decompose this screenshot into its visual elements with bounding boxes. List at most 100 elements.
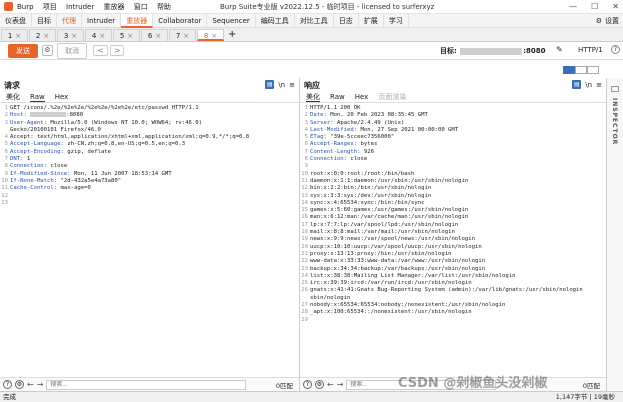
tab-dashboard[interactable]: 仪表盘 <box>0 13 32 28</box>
tab-decoder[interactable]: 编码工具 <box>256 13 295 28</box>
repeater-tab[interactable]: 2 × <box>29 29 56 41</box>
menu-icon[interactable]: ≡ <box>289 81 295 89</box>
menu-icon[interactable]: ≡ <box>596 81 602 89</box>
repeater-tab[interactable]: 3 × <box>57 29 84 41</box>
repeater-tab[interactable]: 5 × <box>113 29 140 41</box>
code-line: 6 Accept-Ranges: bytes <box>300 141 606 148</box>
line-number: 23 <box>301 265 308 272</box>
line-number: 16 <box>301 214 308 221</box>
tab-raw[interactable]: Raw <box>30 92 45 102</box>
gear-icon[interactable]: ⚙ <box>15 380 24 389</box>
prev-button[interactable]: < <box>93 45 108 56</box>
search-next-icon[interactable]: → <box>37 380 44 389</box>
inspector-label[interactable]: INSPECTOR <box>611 98 618 145</box>
gear-icon[interactable]: ⚙ <box>315 380 324 389</box>
menu-help[interactable]: 帮助 <box>157 3 171 11</box>
tab-pretty[interactable]: 美化 <box>6 92 20 102</box>
menu-project[interactable]: 项目 <box>43 3 57 11</box>
help-icon[interactable]: ? <box>303 380 312 389</box>
search-prev-icon[interactable]: ← <box>327 380 334 389</box>
layout-horizontal-icon[interactable] <box>575 66 587 74</box>
close-button[interactable]: ✕ <box>612 2 619 11</box>
next-button[interactable]: > <box>109 45 125 56</box>
menu-intruder[interactable]: Intruder <box>66 3 94 11</box>
repeater-tab-active[interactable]: 8 × <box>197 29 224 41</box>
newline-toggle[interactable]: \n <box>585 81 592 89</box>
repeater-tab[interactable]: 4 × <box>85 29 112 41</box>
repeater-tab[interactable]: 1 × <box>1 29 28 41</box>
code-line: 23 backup:x:34:34:backup:/var/backups:/us… <box>300 266 606 273</box>
tab-logger[interactable]: 日志 <box>334 13 359 28</box>
tab-repeater[interactable]: 重放器 <box>121 13 154 28</box>
tab-learn[interactable]: 学习 <box>384 13 409 28</box>
tab-comparer[interactable]: 对比工具 <box>295 13 334 28</box>
line-number: 24 <box>301 272 308 279</box>
help-icon[interactable]: ? <box>611 45 620 54</box>
settings-button[interactable]: ⚙ 设置 <box>596 16 619 26</box>
inspector-panel-icon[interactable] <box>611 86 619 92</box>
line-number: 4 <box>4 134 8 141</box>
tab-target[interactable]: 目标 <box>32 13 57 28</box>
close-tab-icon[interactable]: × <box>15 32 21 40</box>
tab-hex[interactable]: Hex <box>355 92 369 102</box>
request-search-input[interactable] <box>46 379 247 390</box>
watermark: CSDN @剁椒鱼头没剁椒 <box>398 376 548 391</box>
close-tab-icon[interactable]: × <box>99 32 105 40</box>
tab-extensions[interactable]: 扩展 <box>359 13 384 28</box>
layout-vertical-icon[interactable] <box>587 66 599 74</box>
tab-proxy[interactable]: 代理 <box>57 13 82 28</box>
line-number: 11 <box>301 177 308 184</box>
tab-raw[interactable]: Raw <box>330 92 345 102</box>
menu-window[interactable]: 窗口 <box>134 3 148 11</box>
line-text: Mon, 20 Feb 2023 08:35:45 GMT <box>330 112 428 119</box>
menu-burp[interactable]: Burp <box>17 3 34 11</box>
response-pane: 响应 ▤ \n ≡ 美化 Raw Hex 页面渲染 1 HTTP/1.1 200 … <box>300 78 607 391</box>
close-tab-icon[interactable]: × <box>71 32 77 40</box>
line-number: 22 <box>301 258 308 265</box>
http-version-select[interactable]: HTTP/1 <box>578 46 603 54</box>
header-key: ETag: <box>310 134 331 141</box>
close-tab-icon[interactable]: × <box>155 32 161 40</box>
edit-target-icon[interactable]: ✎ <box>556 45 563 54</box>
settings-label: 设置 <box>605 17 619 25</box>
actions-icon[interactable]: ▤ <box>572 80 582 89</box>
inspector-sidebar[interactable]: INSPECTOR <box>563 66 623 391</box>
tab-intruder[interactable]: Intruder <box>82 13 122 28</box>
newline-toggle[interactable]: \n <box>278 81 285 89</box>
target-display[interactable]: 目标: :8080 <box>440 46 546 56</box>
close-tab-icon[interactable]: × <box>43 32 49 40</box>
maximize-button[interactable]: ☐ <box>591 2 598 11</box>
tab-render[interactable]: 页面渲染 <box>378 92 406 102</box>
minimize-button[interactable]: — <box>569 2 577 11</box>
gear-icon[interactable]: ⚙ <box>42 45 53 56</box>
add-tab-button[interactable]: + <box>228 29 236 41</box>
response-editor[interactable]: 1 HTTP/1.1 200 OK 2 Date: Mon, 20 Feb 2023 … <box>300 103 606 324</box>
tab-hex[interactable]: Hex <box>55 92 69 102</box>
send-button[interactable]: 发送 <box>8 43 38 58</box>
menu-repeater[interactable]: 重放器 <box>103 3 124 11</box>
request-format-tabs: 美化 Raw Hex <box>0 92 299 103</box>
code-line: 3 Server: Apache/2.4.49 (Unix) <box>300 120 606 127</box>
line-text: HTTP/1.1 200 OK <box>310 105 361 111</box>
search-prev-icon[interactable]: ← <box>27 380 34 389</box>
actions-icon[interactable]: ▤ <box>265 80 275 89</box>
tab-pretty[interactable]: 美化 <box>306 92 320 102</box>
repeater-tab[interactable]: 6 × <box>141 29 168 41</box>
layout-split-icon[interactable] <box>563 66 575 74</box>
request-editor[interactable]: 1 GET /icons/.%2e/%2e%2e/%2e%2e/%2e%2e/et… <box>0 103 299 207</box>
tab-collaborator[interactable]: Collaborator <box>153 13 208 28</box>
cancel-button[interactable]: 取消 <box>57 42 87 59</box>
line-number: 28 <box>301 309 308 316</box>
code-line: 28 _apt:x:100:65534::/nonexistent:/usr/sb… <box>300 309 606 316</box>
request-match-count: 0匹配 <box>275 381 293 390</box>
close-tab-icon[interactable]: × <box>127 32 133 40</box>
layout-toggle[interactable] <box>563 66 599 74</box>
burp-logo-icon <box>4 2 13 11</box>
search-next-icon[interactable]: → <box>337 380 344 389</box>
close-tab-icon[interactable]: × <box>211 32 217 40</box>
line-text: max-age=0 <box>60 185 91 192</box>
tab-sequencer[interactable]: Sequencer <box>207 13 256 28</box>
repeater-tab[interactable]: 7 × <box>169 29 196 41</box>
close-tab-icon[interactable]: × <box>183 32 189 40</box>
help-icon[interactable]: ? <box>3 380 12 389</box>
